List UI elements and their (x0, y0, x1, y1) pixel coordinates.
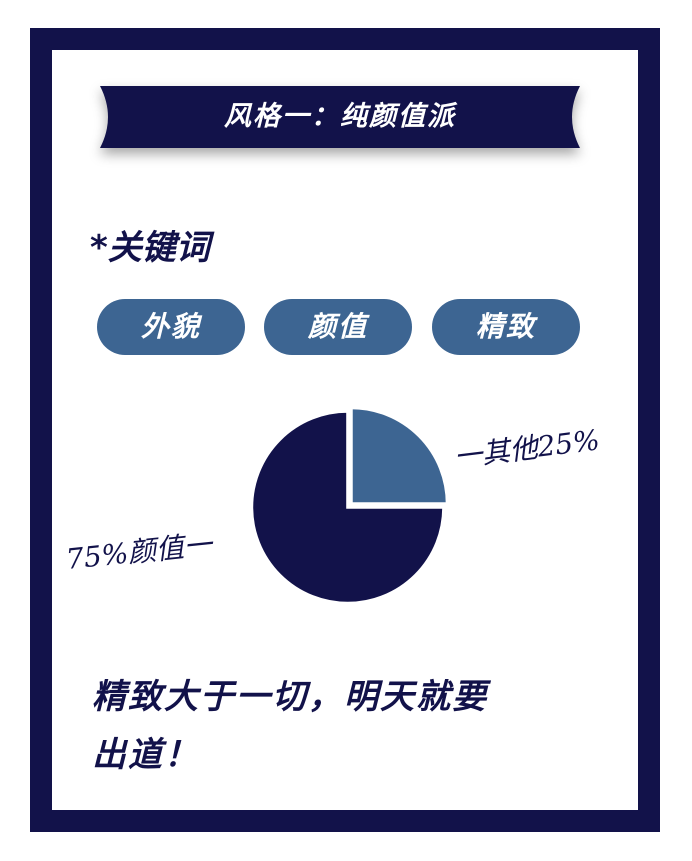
pie-slice-other (349, 406, 449, 506)
footer-text: 精致大于一切，明天就要 出道！ (92, 668, 612, 784)
content-card: 风格一：纯颜值派 *关键词 外貌 颜值 精致 一其他25% 75%颜值一 精致大… (52, 50, 638, 810)
footer-line-2: 出道！ (92, 735, 200, 775)
footer-line-1: 精致大于一切，明天就要 (92, 677, 488, 717)
